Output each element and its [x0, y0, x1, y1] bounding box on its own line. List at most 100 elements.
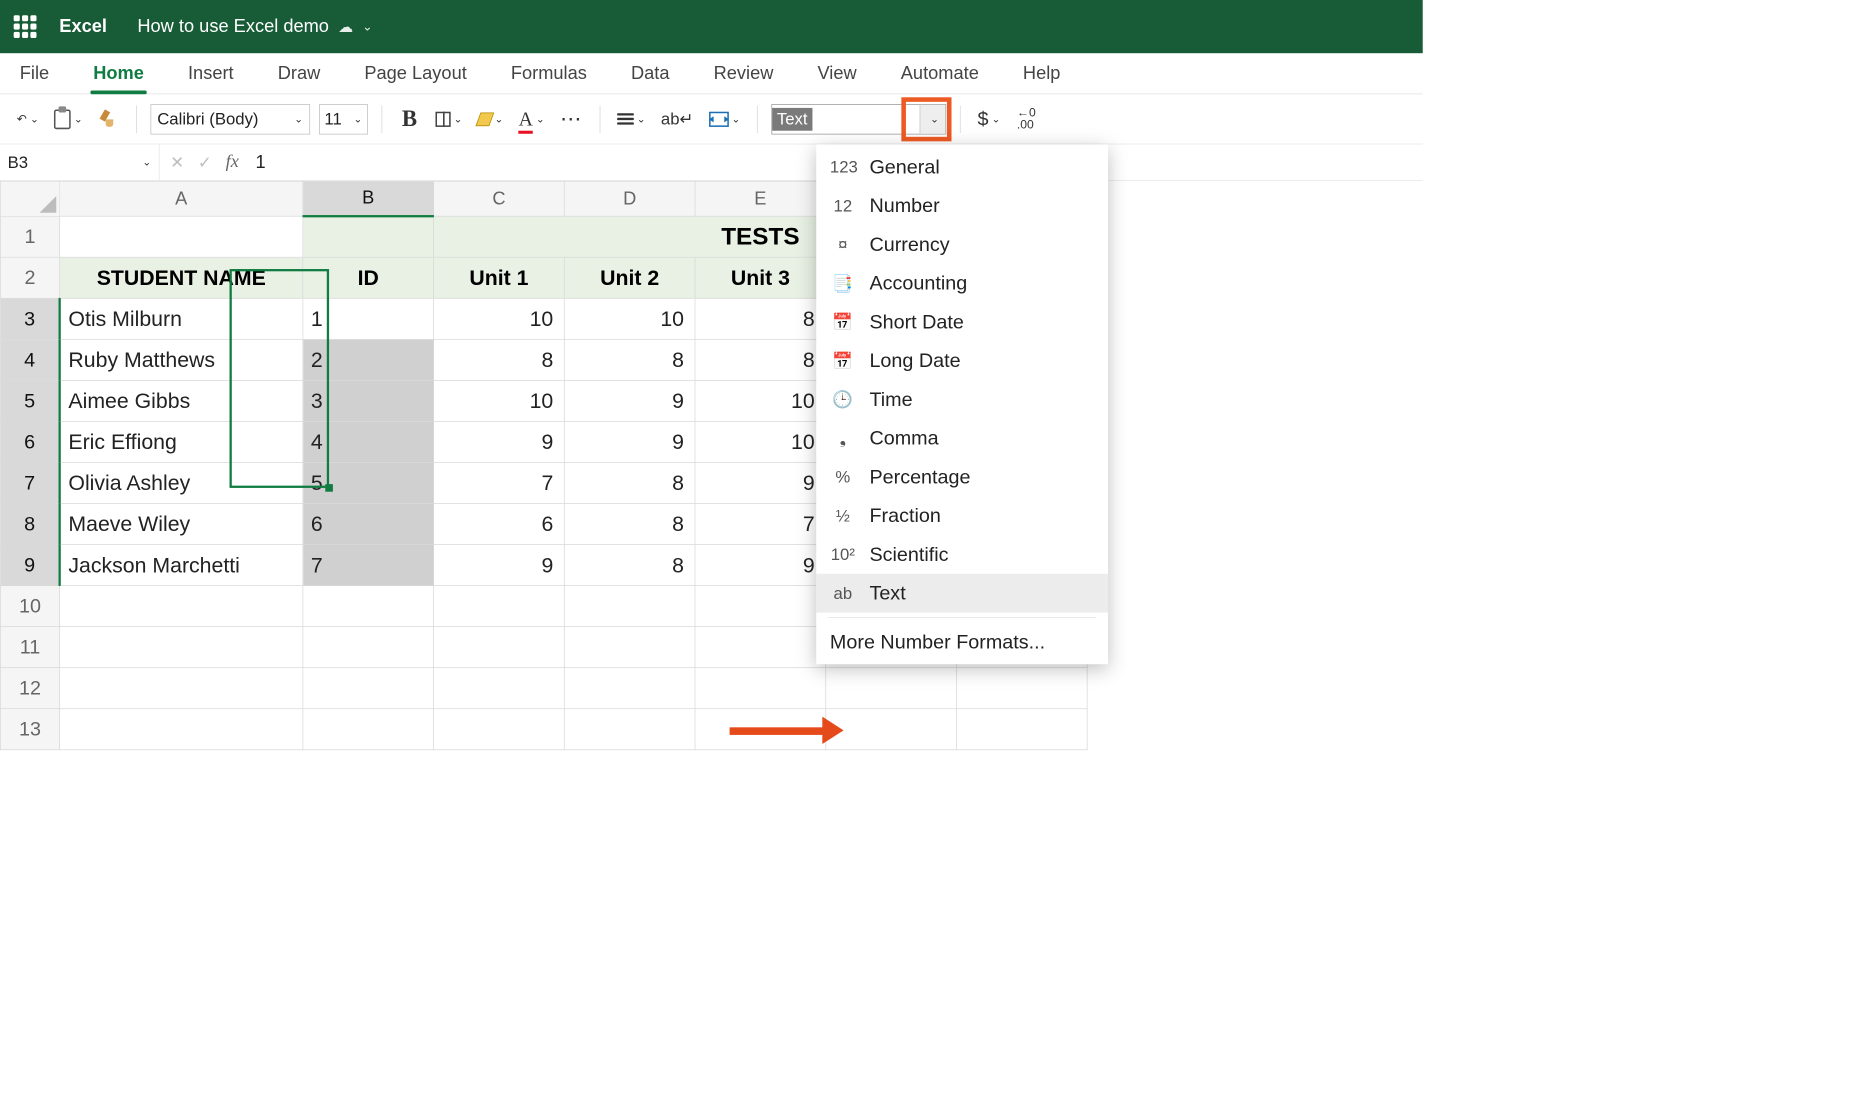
- cell[interactable]: [60, 709, 303, 750]
- paste-button[interactable]: ⌄: [51, 104, 86, 134]
- score-cell[interactable]: 8: [695, 339, 826, 380]
- row-header[interactable]: 13: [0, 709, 59, 750]
- id-cell[interactable]: 1: [303, 298, 434, 339]
- app-launcher-icon[interactable]: [14, 15, 37, 38]
- cell[interactable]: [60, 216, 303, 257]
- student-name-cell[interactable]: Ruby Matthews: [60, 339, 303, 380]
- score-cell[interactable]: 9: [564, 421, 695, 462]
- tab-review[interactable]: Review: [709, 55, 778, 93]
- cell[interactable]: [434, 586, 565, 627]
- number-format-option[interactable]: 📅Long Date: [816, 341, 1108, 380]
- cell[interactable]: [60, 586, 303, 627]
- cell[interactable]: [956, 668, 1087, 709]
- row-header[interactable]: 7: [0, 462, 59, 503]
- fill-color-button[interactable]: ⌄: [475, 104, 507, 134]
- row-header[interactable]: 5: [0, 380, 59, 421]
- student-name-cell[interactable]: Maeve Wiley: [60, 504, 303, 545]
- number-format-option[interactable]: abText: [816, 574, 1108, 613]
- col-header-D[interactable]: D: [564, 181, 695, 216]
- id-cell[interactable]: 4: [303, 421, 434, 462]
- student-name-cell[interactable]: Jackson Marchetti: [60, 545, 303, 586]
- row-header[interactable]: 1: [0, 216, 59, 257]
- column-title[interactable]: Unit 1: [434, 257, 565, 298]
- more-font-options[interactable]: ⋯: [557, 104, 586, 134]
- cell[interactable]: [564, 586, 695, 627]
- merge-button[interactable]: ⌄: [706, 104, 744, 134]
- tab-home[interactable]: Home: [89, 55, 149, 93]
- number-format-option[interactable]: 12Number: [816, 186, 1108, 225]
- row-header[interactable]: 8: [0, 504, 59, 545]
- id-cell[interactable]: 6: [303, 504, 434, 545]
- score-cell[interactable]: 9: [434, 545, 565, 586]
- title-dropdown-icon[interactable]: ⌄: [362, 19, 372, 34]
- spreadsheet-grid[interactable]: A B C D E F G 1TESTS2STUDENT NAMEIDUnit …: [0, 181, 1423, 750]
- col-header-A[interactable]: A: [60, 181, 303, 216]
- id-cell[interactable]: 7: [303, 545, 434, 586]
- select-all-cell[interactable]: [0, 181, 59, 216]
- col-header-E[interactable]: E: [695, 181, 826, 216]
- cell[interactable]: [564, 709, 695, 750]
- row-header[interactable]: 4: [0, 339, 59, 380]
- row-header[interactable]: 10: [0, 586, 59, 627]
- row-header[interactable]: 12: [0, 668, 59, 709]
- score-cell[interactable]: 8: [564, 339, 695, 380]
- cell[interactable]: [434, 627, 565, 668]
- align-button[interactable]: ⌄: [614, 104, 649, 134]
- font-family-select[interactable]: Calibri (Body)⌄: [150, 104, 310, 134]
- cell[interactable]: [434, 709, 565, 750]
- name-box[interactable]: B3⌄: [0, 144, 160, 180]
- borders-button[interactable]: ⌄: [432, 104, 465, 134]
- tab-file[interactable]: File: [15, 55, 54, 93]
- row-header[interactable]: 2: [0, 257, 59, 298]
- number-format-option[interactable]: 123General: [816, 147, 1108, 186]
- score-cell[interactable]: 9: [695, 545, 826, 586]
- cell[interactable]: [826, 668, 957, 709]
- cell[interactable]: [303, 586, 434, 627]
- tab-formulas[interactable]: Formulas: [506, 55, 591, 93]
- cell[interactable]: [303, 709, 434, 750]
- score-cell[interactable]: 10: [695, 421, 826, 462]
- cell[interactable]: [60, 668, 303, 709]
- undo-button[interactable]: ↶⌄: [14, 104, 42, 134]
- font-size-select[interactable]: 11⌄: [319, 104, 368, 134]
- column-title[interactable]: ID: [303, 257, 434, 298]
- number-format-dropdown-button[interactable]: ⌄: [920, 105, 946, 134]
- score-cell[interactable]: 9: [434, 421, 565, 462]
- score-cell[interactable]: 10: [434, 380, 565, 421]
- column-title[interactable]: STUDENT NAME: [60, 257, 303, 298]
- score-cell[interactable]: 8: [695, 298, 826, 339]
- cell[interactable]: [303, 216, 434, 257]
- row-header[interactable]: 3: [0, 298, 59, 339]
- number-format-option[interactable]: 🕒Time: [816, 380, 1108, 419]
- fx-icon[interactable]: fx: [226, 152, 239, 173]
- id-cell[interactable]: 3: [303, 380, 434, 421]
- column-title[interactable]: Unit 2: [564, 257, 695, 298]
- number-format-option[interactable]: ¤Currency: [816, 225, 1108, 264]
- row-header[interactable]: 6: [0, 421, 59, 462]
- id-cell[interactable]: 2: [303, 339, 434, 380]
- column-title[interactable]: Unit 3: [695, 257, 826, 298]
- score-cell[interactable]: 9: [695, 462, 826, 503]
- score-cell[interactable]: 10: [434, 298, 565, 339]
- score-cell[interactable]: 8: [564, 504, 695, 545]
- tab-data[interactable]: Data: [626, 55, 674, 93]
- cell[interactable]: [60, 627, 303, 668]
- enter-formula-icon[interactable]: ✓: [198, 152, 212, 172]
- score-cell[interactable]: 7: [695, 504, 826, 545]
- student-name-cell[interactable]: Otis Milburn: [60, 298, 303, 339]
- tab-help[interactable]: Help: [1018, 55, 1065, 93]
- cell[interactable]: [956, 709, 1087, 750]
- row-header[interactable]: 11: [0, 627, 59, 668]
- cancel-formula-icon[interactable]: ✕: [170, 152, 184, 172]
- score-cell[interactable]: 8: [564, 545, 695, 586]
- score-cell[interactable]: 10: [695, 380, 826, 421]
- cell[interactable]: [434, 668, 565, 709]
- document-name[interactable]: How to use Excel demo: [137, 16, 329, 37]
- row-header[interactable]: 9: [0, 545, 59, 586]
- score-cell[interactable]: 8: [564, 462, 695, 503]
- accounting-format-button[interactable]: $⌄: [974, 104, 1003, 134]
- score-cell[interactable]: 9: [564, 380, 695, 421]
- col-header-B[interactable]: B: [303, 181, 434, 216]
- score-cell[interactable]: 10: [564, 298, 695, 339]
- format-painter-button[interactable]: [95, 104, 122, 134]
